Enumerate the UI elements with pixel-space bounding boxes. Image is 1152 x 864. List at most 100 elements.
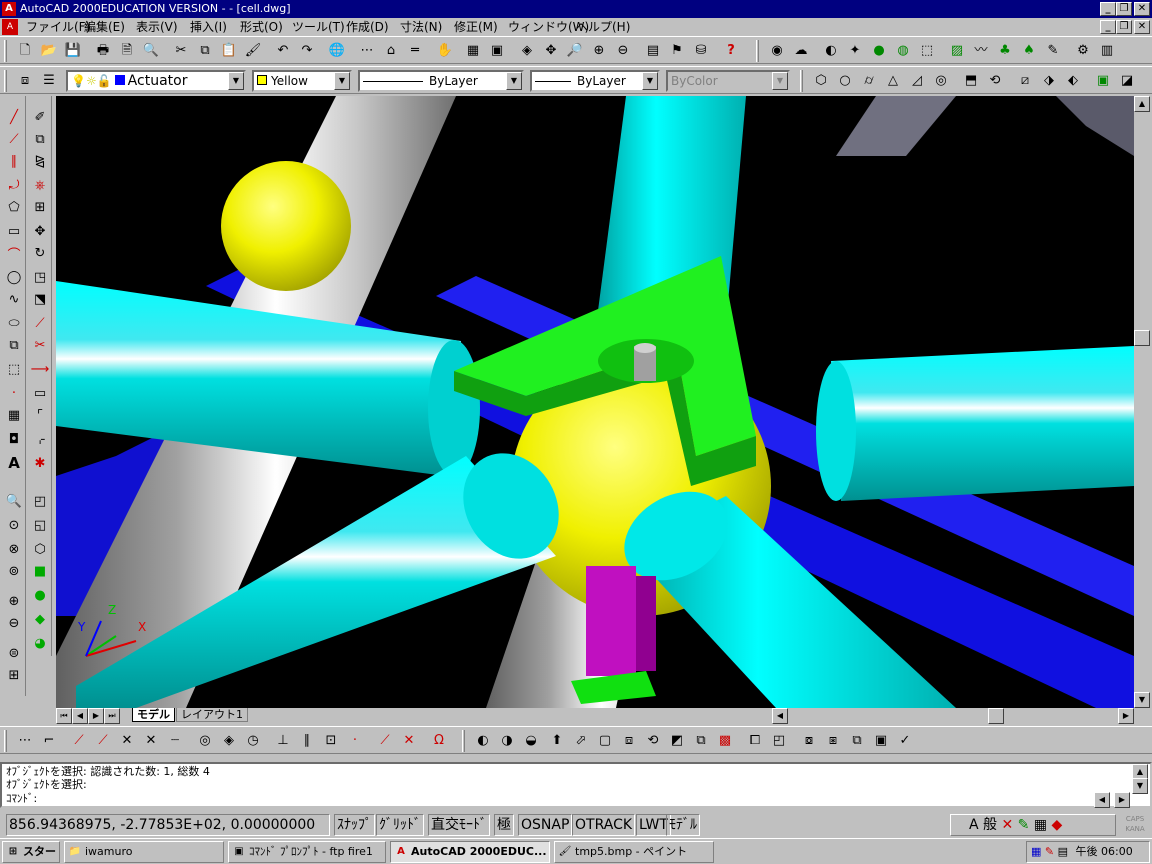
menu-draw[interactable]: 作成(D): [344, 18, 391, 36]
imprint-icon[interactable]: ⧇: [798, 729, 820, 751]
vertical-scrollbar[interactable]: ▲ ▼: [1134, 96, 1150, 708]
toolbar-grip[interactable]: [4, 730, 7, 752]
rectangle-icon[interactable]: ▭: [3, 220, 25, 242]
zoom-out-icon[interactable]: ⊖: [3, 612, 25, 634]
hscroll-thumb[interactable]: [988, 708, 1004, 724]
command-input[interactable]: ｺﾏﾝﾄﾞ:: [6, 792, 1070, 806]
taper-faces-icon[interactable]: ◩: [666, 729, 688, 751]
chevron-down-icon[interactable]: ▼: [506, 72, 522, 90]
ellipse-icon[interactable]: ⬭: [3, 312, 25, 334]
browser-icon[interactable]: 🌐: [326, 39, 348, 61]
taskbar-item-command-prompt[interactable]: ▣ ｺﾏﾝﾄﾞ ﾌﾟﾛﾝﾌﾟﾄ - ftp fire1: [228, 841, 386, 863]
osnap-settings-icon[interactable]: Ω: [428, 729, 450, 751]
multiline-icon[interactable]: ∥: [3, 150, 25, 172]
snap-center-icon[interactable]: ◎: [194, 729, 216, 751]
zoom-extents-icon[interactable]: ⊞: [3, 664, 25, 686]
menu-dimension[interactable]: 寸法(N): [398, 18, 444, 36]
zoom-scale-icon[interactable]: ⊚: [3, 560, 25, 582]
clock[interactable]: 午後 06:00: [1076, 845, 1133, 858]
line-icon[interactable]: ╱: [3, 106, 25, 128]
slice-icon[interactable]: ⧄: [1014, 69, 1036, 91]
snap-none-icon[interactable]: ✕: [398, 729, 420, 751]
ime-pad-icon[interactable]: ▦: [1034, 817, 1047, 833]
materials-icon[interactable]: ●: [868, 39, 890, 61]
color-dropdown[interactable]: Yellow ▼: [252, 70, 352, 92]
snap-nearest-icon[interactable]: ⟋: [374, 729, 396, 751]
scroll-right-icon[interactable]: ▶: [1118, 708, 1134, 724]
drawing-viewport[interactable]: Y Z X: [56, 96, 1134, 708]
render-icon[interactable]: ◉: [766, 39, 788, 61]
interfere-icon[interactable]: ⬖: [1062, 69, 1084, 91]
cut-icon[interactable]: ✂: [170, 39, 192, 61]
trim-icon[interactable]: ✂: [29, 334, 51, 356]
polyline-icon[interactable]: ⤾: [3, 174, 25, 196]
break-icon[interactable]: ▭: [29, 382, 51, 404]
polar-toggle[interactable]: 極: [494, 814, 514, 836]
copy-faces-icon[interactable]: ⧉: [690, 729, 712, 751]
shade-gouraud-icon[interactable]: ●: [29, 584, 51, 606]
tab-model[interactable]: モデル: [132, 708, 175, 722]
zoom-dynamic-icon[interactable]: ⊗: [3, 538, 25, 560]
extrude-faces-icon[interactable]: ⬆: [546, 729, 568, 751]
scene-icon[interactable]: ◐: [820, 39, 842, 61]
delete-faces-icon[interactable]: ⧈: [618, 729, 640, 751]
chevron-down-icon[interactable]: ▼: [334, 72, 350, 90]
paste-icon[interactable]: 📋: [218, 39, 240, 61]
layers-icon[interactable]: ☰: [38, 69, 60, 91]
statistics-icon[interactable]: ▥: [1096, 39, 1118, 61]
offset-icon[interactable]: ⎈: [29, 174, 51, 196]
front-view-icon[interactable]: ◱: [29, 514, 51, 536]
make-layer-current-icon[interactable]: ⧈: [14, 69, 36, 91]
tray-ime-icon[interactable]: ▦: [1031, 845, 1041, 858]
make-block-icon[interactable]: ⬚: [3, 358, 25, 380]
ucs-icon[interactable]: ⌂: [380, 39, 402, 61]
zoom-all-icon[interactable]: ⊜: [3, 642, 25, 664]
copy-edges-icon[interactable]: ⧠: [744, 729, 766, 751]
restore-button[interactable]: ❐: [1116, 2, 1132, 16]
chevron-down-icon[interactable]: ▼: [228, 72, 244, 90]
last-tab-icon[interactable]: ⏭: [104, 708, 120, 724]
grid-toggle[interactable]: ｸﾞﾘｯﾄﾞ: [376, 814, 424, 836]
erase-icon[interactable]: ✐: [29, 106, 51, 128]
ime-help-icon[interactable]: ◆: [1052, 817, 1063, 833]
section-icon[interactable]: ⬗: [1038, 69, 1060, 91]
insert-block-icon[interactable]: ⧉: [3, 334, 25, 356]
menu-insert[interactable]: 挿入(I): [188, 18, 229, 36]
help-icon[interactable]: ?: [720, 39, 742, 61]
ime-conversion[interactable]: 般: [983, 817, 997, 833]
menu-tools[interactable]: ツール(T): [290, 18, 347, 36]
scroll-down-icon[interactable]: ▼: [1132, 778, 1148, 794]
menu-help[interactable]: ヘルプ(H): [574, 18, 632, 36]
revolve-icon[interactable]: ⟲: [984, 69, 1006, 91]
zoom-window-icon[interactable]: ⊙: [3, 514, 25, 536]
polygon-icon[interactable]: ⬠: [3, 196, 25, 218]
print-icon[interactable]: 🖶: [92, 39, 114, 61]
snap-toggle[interactable]: ｽﾅｯﾌﾟ: [334, 814, 375, 836]
zoom-in-icon[interactable]: ⊕: [3, 590, 25, 612]
ime-mode[interactable]: A: [969, 817, 979, 833]
snap-endpoint-icon[interactable]: ⟋: [68, 729, 90, 751]
snap-node-icon[interactable]: ·: [344, 729, 366, 751]
scroll-left-icon[interactable]: ◀: [1094, 792, 1110, 808]
snap-tangent-icon[interactable]: ◷: [242, 729, 264, 751]
open-file-icon[interactable]: 📂: [38, 39, 60, 61]
shade-flat-icon[interactable]: ■: [29, 560, 51, 582]
hide-icon[interactable]: ☁: [790, 39, 812, 61]
snap-midpoint-icon[interactable]: ⟋: [92, 729, 114, 751]
zoom-window-icon[interactable]: ⊕: [588, 39, 610, 61]
doc-close-button[interactable]: ✕: [1134, 20, 1150, 34]
clean-icon[interactable]: ⧆: [822, 729, 844, 751]
hatch-icon[interactable]: ▦: [3, 404, 25, 426]
scroll-right-icon[interactable]: ▶: [1114, 792, 1130, 808]
cylinder-icon[interactable]: ⌭: [858, 69, 880, 91]
tray-pen-icon[interactable]: ✎: [1045, 845, 1054, 858]
design-center-icon[interactable]: ⚑: [666, 39, 688, 61]
check-icon[interactable]: ✓: [894, 729, 916, 751]
toolbar-grip[interactable]: [4, 70, 7, 92]
toolbar-grip[interactable]: [4, 40, 7, 62]
next-tab-icon[interactable]: ▶: [88, 708, 104, 724]
chamfer-icon[interactable]: ⌜: [29, 404, 51, 426]
tray-keyboard-icon[interactable]: ▤: [1058, 845, 1068, 858]
materials-library-icon[interactable]: ◍: [892, 39, 914, 61]
toolbar-grip[interactable]: [756, 40, 759, 62]
